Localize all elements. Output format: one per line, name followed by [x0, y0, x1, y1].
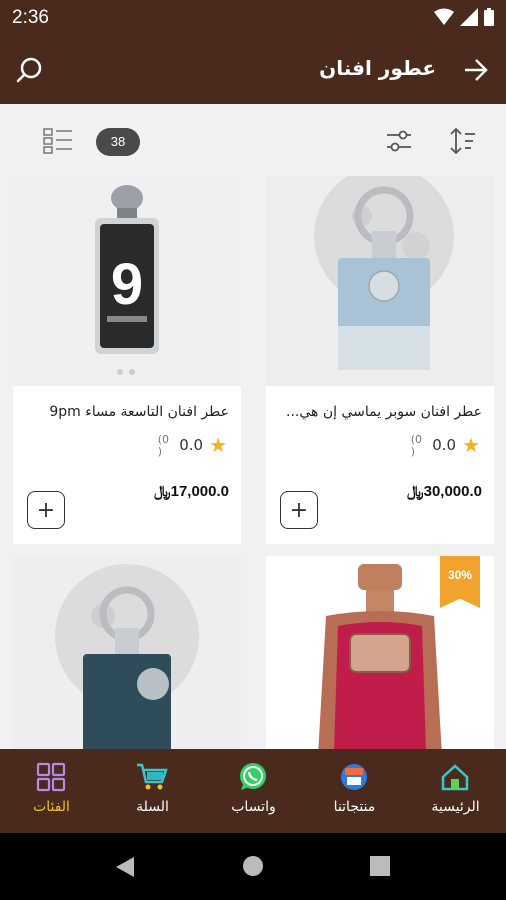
battery-icon — [484, 8, 494, 26]
perfume-bottle-image — [13, 556, 241, 749]
product-name[interactable]: عطر افنان سوبر يماسي إن هي... — [278, 404, 482, 420]
search-icon — [16, 57, 42, 83]
product-price: 30,000.0﷼ — [407, 483, 482, 500]
categories-grid-icon — [35, 761, 67, 793]
product-name[interactable]: عطر افنان التاسعة مساء 9pm — [25, 404, 229, 420]
app-bar: عطور افنان — [0, 36, 506, 104]
search-button[interactable] — [12, 52, 48, 88]
back-button[interactable] — [458, 52, 494, 88]
recents-nav-icon[interactable] — [370, 856, 390, 876]
rating-value: 0.0 — [179, 436, 204, 454]
arrow-right-icon — [465, 59, 488, 81]
list-view-icon — [43, 128, 72, 154]
home-nav-icon[interactable] — [242, 855, 264, 877]
list-toolbar: 38 — [0, 104, 506, 174]
sort-icon — [450, 127, 475, 155]
product-price: 17,000.0﷼ — [154, 483, 229, 500]
result-count-badge: 38 — [96, 128, 140, 156]
home-icon — [439, 761, 471, 793]
system-navigation-bar — [0, 833, 506, 900]
view-toggle-button[interactable] — [42, 126, 76, 156]
page-title: عطور افنان — [319, 56, 436, 80]
product-card[interactable]: عطر افنان سوبر يماسي إن هي... ★ 0.0 (0) … — [266, 176, 494, 544]
whatsapp-icon — [237, 761, 269, 793]
nav-item-cart[interactable]: السلة — [102, 749, 203, 833]
nav-item-categories[interactable]: الفئات — [1, 749, 102, 833]
products-shop-icon — [338, 761, 370, 793]
add-to-cart-button[interactable]: + — [27, 491, 65, 529]
filter-sliders-icon — [387, 130, 411, 152]
rating-count: (0) — [410, 433, 422, 458]
back-nav-icon[interactable] — [114, 855, 136, 879]
product-card[interactable]: 30% — [266, 556, 494, 749]
sort-button[interactable] — [448, 126, 478, 156]
perfume-bottle-image — [266, 176, 494, 386]
filter-button[interactable] — [384, 126, 414, 156]
image-pagination-dots — [117, 369, 135, 375]
product-image[interactable] — [13, 556, 241, 749]
product-image[interactable] — [266, 176, 494, 386]
signal-icon — [460, 8, 478, 26]
rating-value: 0.0 — [432, 436, 457, 454]
status-icons — [434, 8, 494, 26]
nav-item-whatsapp[interactable]: واتساب — [203, 749, 304, 833]
nav-item-products[interactable]: منتجاتنا — [304, 749, 405, 833]
status-bar: 2:36 — [0, 0, 506, 36]
star-icon: ★ — [462, 433, 480, 457]
product-card[interactable] — [13, 556, 241, 749]
wifi-icon — [434, 8, 454, 25]
svg-text:9: 9 — [111, 252, 143, 317]
product-card[interactable]: 9 عطر افنان التاسعة مساء 9pm ★ 0.0 (0) 1… — [13, 176, 241, 544]
rating-count: (0) — [157, 433, 169, 458]
add-to-cart-button[interactable]: + — [280, 491, 318, 529]
star-icon: ★ — [209, 433, 227, 457]
status-time: 2:36 — [12, 7, 49, 28]
bottom-navigation: الرئيسية منتجاتنا واتساب السلة الفئات — [0, 749, 506, 833]
cart-icon — [136, 761, 168, 793]
perfume-bottle-image: 9 — [13, 176, 241, 386]
nav-item-home[interactable]: الرئيسية — [405, 749, 506, 833]
product-image[interactable]: 9 — [13, 176, 241, 386]
